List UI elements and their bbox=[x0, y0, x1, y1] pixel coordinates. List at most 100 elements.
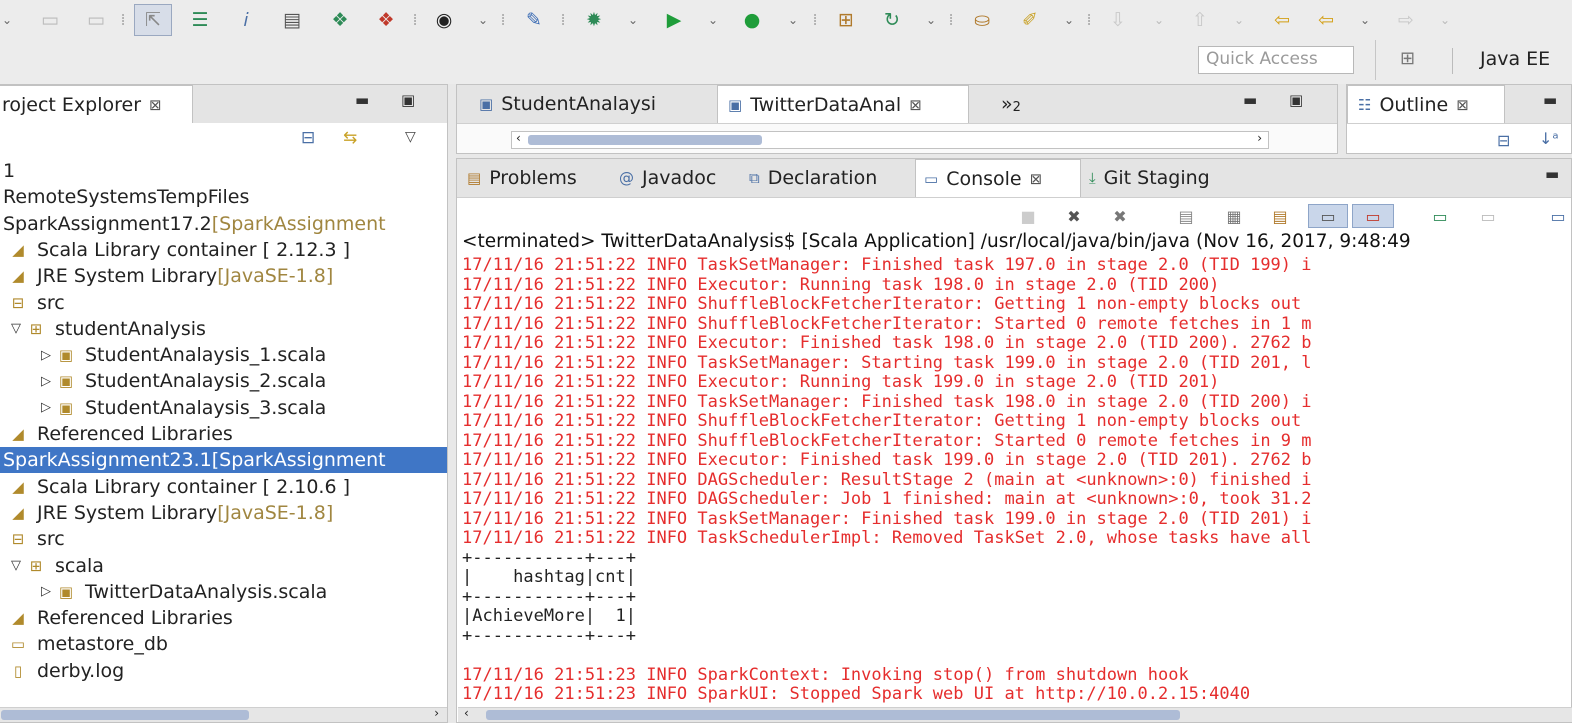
tree-item[interactable]: SparkAssignment17.2 [SparkAssignment bbox=[0, 211, 447, 237]
clear-console-icon[interactable]: ▤ bbox=[1266, 204, 1294, 228]
scroll-right-icon[interactable]: › bbox=[1257, 131, 1262, 145]
minimize-icon[interactable]: ▬ bbox=[355, 91, 369, 109]
scroll-left-icon[interactable]: ‹ bbox=[516, 131, 521, 145]
scrollbar-thumb[interactable] bbox=[486, 710, 1180, 720]
nav-down-icon[interactable]: ⇩ bbox=[1104, 6, 1132, 34]
expand-right-icon[interactable]: ▷ bbox=[37, 348, 55, 363]
tree-item[interactable]: ◢ JRE System Library [JavaSE-1.8] bbox=[0, 500, 447, 526]
close-icon[interactable]: ⊠ bbox=[1456, 96, 1469, 114]
perspective-java-ee[interactable]: Java EE bbox=[1480, 48, 1550, 70]
tree-item[interactable]: 1 bbox=[0, 158, 447, 184]
close-icon[interactable]: ⊠ bbox=[149, 96, 162, 114]
tree-item[interactable]: ◢ Referenced Libraries bbox=[0, 605, 447, 631]
chevron-down-icon[interactable]: ⌄ bbox=[1152, 6, 1166, 34]
tab-project-explorer[interactable]: roject Explorer ⊠ bbox=[0, 85, 193, 123]
collapse-all-icon[interactable]: ⊟ bbox=[301, 128, 315, 148]
tree-item[interactable]: ▽ ⊞ scala bbox=[0, 553, 447, 579]
quick-access-input[interactable]: Quick Access bbox=[1198, 46, 1354, 74]
new-console-icon[interactable]: ▭ bbox=[1474, 204, 1502, 228]
tab-outline[interactable]: ☷ Outline ⊠ bbox=[1347, 85, 1505, 123]
remove-launch-icon[interactable]: ✖ bbox=[1060, 204, 1088, 228]
minimize-icon[interactable]: ▬ bbox=[1545, 165, 1559, 183]
tree-item[interactable]: ⊟ src bbox=[0, 526, 447, 552]
chevron-down-icon[interactable]: ⌄ bbox=[786, 6, 800, 34]
scroll-lock-icon[interactable]: ▤ bbox=[1172, 204, 1200, 228]
maximize-icon[interactable]: ▣ bbox=[401, 91, 415, 109]
chevron-down-icon[interactable]: ⌄ bbox=[1232, 6, 1246, 34]
open-perspective-icon[interactable]: ⊞ bbox=[1400, 48, 1428, 74]
tree-item[interactable]: ◢ Scala Library container [ 2.12.3 ] bbox=[0, 237, 447, 263]
editor-hscrollbar[interactable]: ‹ › bbox=[511, 131, 1269, 149]
new-class-icon[interactable]: ❖ bbox=[326, 6, 354, 34]
back-icon[interactable]: ⇦ bbox=[1312, 6, 1340, 34]
minimize-icon[interactable]: ▬ bbox=[1243, 91, 1257, 109]
open-type-icon[interactable]: ⛀ bbox=[968, 6, 996, 34]
chevron-down-icon[interactable]: ⌄ bbox=[1062, 6, 1076, 34]
chevron-down-icon[interactable]: ⌄ bbox=[924, 6, 938, 34]
properties-icon[interactable]: ▤ bbox=[278, 6, 306, 34]
terminate-icon[interactable]: ■ bbox=[1014, 204, 1042, 228]
pin-console-icon[interactable]: ▭ bbox=[1426, 204, 1454, 228]
chevron-down-icon[interactable]: ⌄ bbox=[476, 6, 490, 34]
tree-item[interactable]: SparkAssignment23.1 [SparkAssignment bbox=[0, 447, 447, 474]
forward-icon[interactable]: ⇨ bbox=[1392, 6, 1420, 34]
tree-item[interactable]: ▷ ▣ StudentAnalaysis_3.scala bbox=[0, 395, 447, 421]
tree-item[interactable]: ▯ derby.log bbox=[0, 658, 447, 684]
tab-problems[interactable]: ▤ Problems bbox=[467, 159, 577, 197]
open-console-icon[interactable]: ▭ bbox=[1544, 204, 1572, 228]
scroll-right-icon[interactable]: › bbox=[434, 706, 439, 720]
package-icon[interactable]: ⊞ bbox=[832, 6, 860, 34]
refresh-icon[interactable]: ↻ bbox=[878, 6, 906, 34]
chevron-down-icon[interactable]: ⌄ bbox=[1438, 6, 1452, 34]
scrollbar-thumb[interactable] bbox=[1, 710, 249, 720]
tree-item[interactable]: RemoteSystemsTempFiles bbox=[0, 184, 447, 210]
word-wrap-icon[interactable]: ▦ bbox=[1220, 204, 1248, 228]
save-all-icon[interactable]: ▭ bbox=[82, 6, 110, 34]
tree-item[interactable]: ▷ ▣ StudentAnalaysis_1.scala bbox=[0, 342, 447, 368]
step-filter-icon[interactable]: ⇱ bbox=[134, 4, 172, 36]
console-hscrollbar[interactable]: ‹ bbox=[458, 706, 1572, 722]
tab-git-staging[interactable]: ⤓ Git Staging bbox=[1089, 159, 1210, 197]
tab-declaration[interactable]: ⧉ Declaration bbox=[749, 159, 877, 197]
new-ejb-icon[interactable]: ❖ bbox=[372, 6, 400, 34]
tab-student-analaysi[interactable]: ▣ StudentAnalaysi bbox=[469, 85, 719, 123]
show-stdout-icon[interactable]: ▭ bbox=[1308, 204, 1348, 228]
expand-right-icon[interactable]: ▷ bbox=[37, 374, 55, 389]
tab-console[interactable]: ▭ Console ⊠ bbox=[915, 159, 1081, 197]
tab-javadoc[interactable]: @ Javadoc bbox=[619, 159, 716, 197]
tree-item[interactable]: ◢ Referenced Libraries bbox=[0, 421, 447, 447]
tab-overflow[interactable]: » 2 bbox=[1001, 85, 1021, 123]
tree-item[interactable]: ◢ Scala Library container [ 2.10.6 ] bbox=[0, 474, 447, 500]
task-list-icon[interactable]: ☰ bbox=[186, 6, 214, 34]
close-icon[interactable]: ⊠ bbox=[1030, 170, 1043, 188]
tree-item[interactable]: ◢ JRE System Library [JavaSE-1.8] bbox=[0, 263, 447, 289]
sort-icon[interactable]: ↓ᵃ bbox=[1539, 129, 1559, 148]
expand-down-icon[interactable]: ▽ bbox=[7, 558, 25, 573]
tree-item[interactable]: ▽ ⊞ studentAnalysis bbox=[0, 316, 447, 342]
maximize-icon[interactable]: ▣ bbox=[1289, 91, 1303, 109]
expand-right-icon[interactable]: ▷ bbox=[37, 584, 55, 599]
chevron-down-icon[interactable]: ⌄ bbox=[706, 6, 720, 34]
tree-item[interactable]: ▭ metastore_db bbox=[0, 631, 447, 657]
debug-icon[interactable]: ✹ bbox=[580, 6, 608, 34]
link-with-editor-icon[interactable]: ⇆ bbox=[343, 128, 357, 148]
chevron-down-icon[interactable]: ⌄ bbox=[0, 6, 14, 34]
expand-down-icon[interactable]: ▽ bbox=[7, 321, 25, 336]
tab-twitter-data-anal[interactable]: ▣ TwitterDataAnal ⊠ bbox=[717, 85, 969, 123]
tree-item[interactable]: ⊟ src bbox=[0, 290, 447, 316]
collapse-all-icon[interactable]: ⊟ bbox=[1497, 131, 1510, 150]
run-external-icon[interactable]: ● bbox=[738, 6, 766, 34]
scrollbar-thumb[interactable] bbox=[528, 135, 762, 145]
close-icon[interactable]: ⊠ bbox=[909, 96, 922, 114]
prev-edit-icon[interactable]: ⇦ bbox=[1268, 6, 1296, 34]
scroll-left-icon[interactable]: ‹ bbox=[464, 706, 469, 720]
nav-up-icon[interactable]: ⇧ bbox=[1186, 6, 1214, 34]
show-stderr-icon[interactable]: ▭ bbox=[1352, 204, 1394, 228]
search-icon[interactable]: ✐ bbox=[1016, 6, 1044, 34]
explorer-hscrollbar[interactable]: › bbox=[0, 706, 447, 722]
view-menu-icon[interactable]: ▽ bbox=[405, 129, 416, 145]
remove-all-icon[interactable]: ✖ bbox=[1106, 204, 1134, 228]
javadoc-icon[interactable]: 𝑖 bbox=[232, 6, 260, 34]
save-icon[interactable]: ▭ bbox=[36, 6, 64, 34]
chevron-down-icon[interactable]: ⌄ bbox=[626, 6, 640, 34]
